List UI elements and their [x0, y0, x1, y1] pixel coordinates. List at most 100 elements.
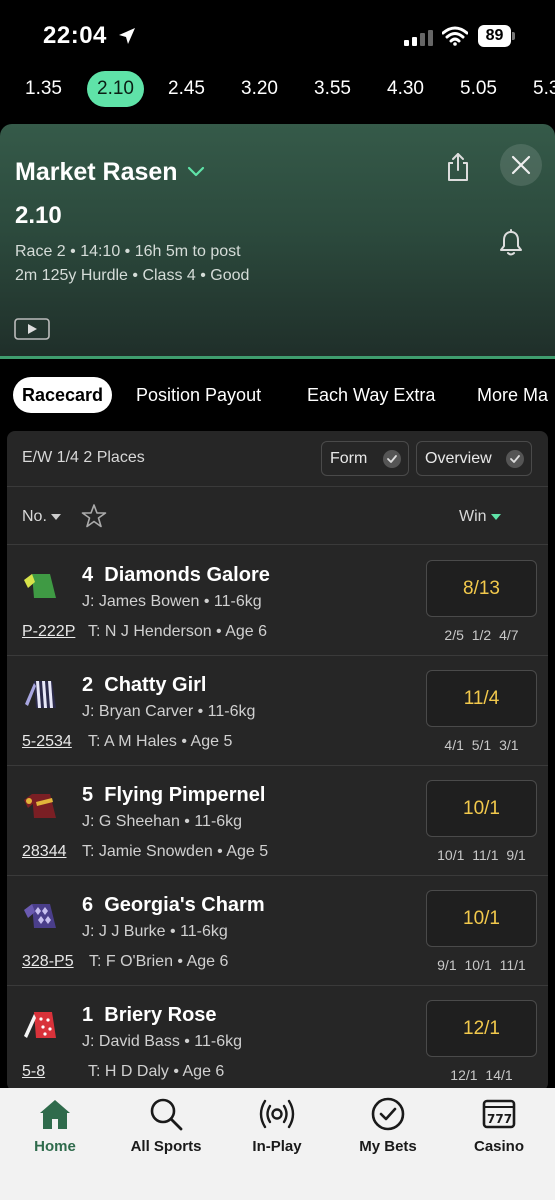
- runner-form[interactable]: 5-2534: [22, 733, 72, 751]
- status-bar: 22:04 89: [0, 0, 555, 64]
- runner-trainer: T: H D Daly • Age 6: [88, 1063, 225, 1080]
- cellular-signal-icon: [404, 30, 433, 46]
- caret-down-icon: [51, 514, 61, 520]
- race-time-title: 2.10: [15, 202, 62, 229]
- race-meta-schedule: Race 2 • 14:10 • 16h 5m to post: [15, 243, 241, 260]
- race-meta-conditions: 2m 125y Hurdle • Class 4 • Good: [15, 267, 250, 284]
- odds-history: 9/1 10/1 11/1: [437, 957, 526, 973]
- overview-toggle-label: Overview: [425, 450, 492, 467]
- win-odds-button[interactable]: 12/1: [426, 1000, 537, 1057]
- nav-my-bets[interactable]: My Bets: [333, 1096, 443, 1166]
- chevron-down-icon[interactable]: [187, 165, 205, 179]
- slot-machine-icon: 777: [482, 1099, 516, 1129]
- bell-icon[interactable]: [499, 229, 523, 257]
- nav-all-sports-label: All Sports: [130, 1138, 202, 1155]
- green-yellow-silk-icon: [24, 574, 56, 598]
- runner-name: 1 Briery Rose: [82, 1004, 217, 1026]
- overview-toggle[interactable]: Overview: [416, 441, 532, 476]
- status-time: 22:04: [43, 22, 107, 49]
- race-time-item[interactable]: 5.05: [450, 71, 507, 107]
- close-button[interactable]: [500, 144, 542, 186]
- runner-form[interactable]: 328-P5: [22, 953, 74, 971]
- check-circle-icon: [371, 1097, 405, 1131]
- tab-position-payout[interactable]: Position Payout: [127, 377, 270, 413]
- nav-home[interactable]: Home: [0, 1096, 110, 1166]
- runner-row[interactable]: 6 Georgia's Charm J: J J Burke • 11-6kg …: [7, 876, 548, 986]
- wifi-icon: [442, 26, 468, 46]
- nav-in-play[interactable]: In-Play: [222, 1096, 332, 1166]
- race-time-item[interactable]: 3.20: [231, 71, 288, 107]
- tab-racecard[interactable]: Racecard: [13, 377, 113, 413]
- odds-history: 2/5 1/2 4/7: [444, 627, 519, 643]
- in-play-icon: [259, 1099, 295, 1129]
- star-icon[interactable]: [81, 503, 107, 529]
- venue-title[interactable]: Market Rasen: [15, 158, 178, 187]
- win-odds-button[interactable]: 10/1: [426, 890, 537, 947]
- location-arrow-icon: [119, 28, 135, 44]
- race-time-item[interactable]: 2.45: [158, 71, 215, 107]
- racecard: E/W 1/4 2 Places Form Overview No. Win 4…: [7, 431, 548, 1091]
- tab-each-way-extra[interactable]: Each Way Extra: [298, 377, 444, 413]
- video-play-icon[interactable]: [14, 318, 50, 340]
- battery-level: 89: [478, 25, 511, 47]
- red-white-spots-silk-icon: [24, 1012, 56, 1038]
- runner-jockey: J: James Bowen • 11-6kg: [82, 593, 262, 610]
- odds-history: 4/1 5/1 3/1: [444, 737, 519, 753]
- runner-jockey: J: David Bass • 11-6kg: [82, 1033, 243, 1050]
- purple-white-stripes-silk-icon: [25, 681, 56, 708]
- bottom-nav: Home All Sports In-Play My Bets 777 Casi…: [0, 1088, 555, 1200]
- sort-by-number[interactable]: No.: [22, 508, 47, 526]
- sort-by-win[interactable]: Win: [459, 508, 487, 526]
- win-odds-button[interactable]: 8/13: [426, 560, 537, 617]
- race-time-item[interactable]: 1.35: [15, 71, 72, 107]
- search-icon: [150, 1098, 183, 1131]
- win-odds-button[interactable]: 10/1: [426, 780, 537, 837]
- market-tabs: Racecard Position Payout Each Way Extra …: [0, 359, 555, 429]
- each-way-row: E/W 1/4 2 Places Form Overview: [7, 431, 548, 487]
- runner-row[interactable]: 4 Diamonds Galore J: James Bowen • 11-6k…: [7, 546, 548, 656]
- win-odds-button[interactable]: 11/4: [426, 670, 537, 727]
- runner-jockey: J: G Sheehan • 11-6kg: [82, 813, 243, 830]
- purple-diamonds-silk-icon: [24, 904, 56, 928]
- share-icon[interactable]: [445, 152, 471, 182]
- race-time-item[interactable]: 4.30: [377, 71, 434, 107]
- runner-jockey: J: J J Burke • 11-6kg: [82, 923, 228, 940]
- check-circle-icon: [506, 450, 524, 468]
- nav-casino[interactable]: 777 Casino: [444, 1096, 554, 1166]
- runner-trainer: T: N J Henderson • Age 6: [88, 623, 268, 640]
- odds-history: 12/1 14/1: [450, 1067, 513, 1083]
- race-time-item[interactable]: 3.55: [304, 71, 361, 107]
- runner-form[interactable]: 5-8: [22, 1063, 45, 1081]
- maroon-yellow-silk-icon: [24, 794, 56, 818]
- each-way-terms: E/W 1/4 2 Places: [22, 449, 145, 466]
- svg-text:777: 777: [487, 1112, 512, 1126]
- nav-home-label: Home: [34, 1138, 76, 1155]
- tab-more-markets[interactable]: More Ma: [468, 377, 555, 413]
- runner-row[interactable]: 1 Briery Rose J: David Bass • 11-6kg 5-8…: [7, 986, 548, 1091]
- nav-all-sports[interactable]: All Sports: [111, 1096, 221, 1166]
- close-icon: [511, 155, 531, 175]
- odds-history: 10/1 11/1 9/1: [437, 847, 526, 863]
- nav-my-bets-label: My Bets: [359, 1138, 417, 1155]
- runner-name: 5 Flying Pimpernel: [82, 784, 266, 806]
- runner-form[interactable]: P-222P: [22, 623, 75, 641]
- runner-form[interactable]: 28344: [22, 843, 67, 861]
- runner-jockey: J: Bryan Carver • 11-6kg: [82, 703, 256, 720]
- runner-row[interactable]: 2 Chatty Girl J: Bryan Carver • 11-6kg 5…: [7, 656, 548, 766]
- form-toggle[interactable]: Form: [321, 441, 409, 476]
- sort-row: No. Win: [7, 488, 548, 545]
- battery-icon: 89: [478, 25, 516, 47]
- runner-name: 2 Chatty Girl: [82, 674, 207, 696]
- runner-name: 6 Georgia's Charm: [82, 894, 265, 916]
- check-circle-icon: [383, 450, 401, 468]
- runner-trainer: T: F O'Brien • Age 6: [89, 953, 229, 970]
- race-time-item-active[interactable]: 2.10: [87, 71, 144, 107]
- race-time-item[interactable]: 5.3: [523, 71, 555, 107]
- home-icon: [40, 1100, 70, 1129]
- form-toggle-label: Form: [330, 450, 368, 467]
- runner-trainer: T: A M Hales • Age 5: [88, 733, 233, 750]
- runner-trainer: T: Jamie Snowden • Age 5: [82, 843, 269, 860]
- nav-in-play-label: In-Play: [252, 1138, 302, 1155]
- race-time-strip: 1.35 2.10 2.45 3.20 3.55 4.30 5.05 5.3: [0, 64, 555, 122]
- runner-row[interactable]: 5 Flying Pimpernel J: G Sheehan • 11-6kg…: [7, 766, 548, 876]
